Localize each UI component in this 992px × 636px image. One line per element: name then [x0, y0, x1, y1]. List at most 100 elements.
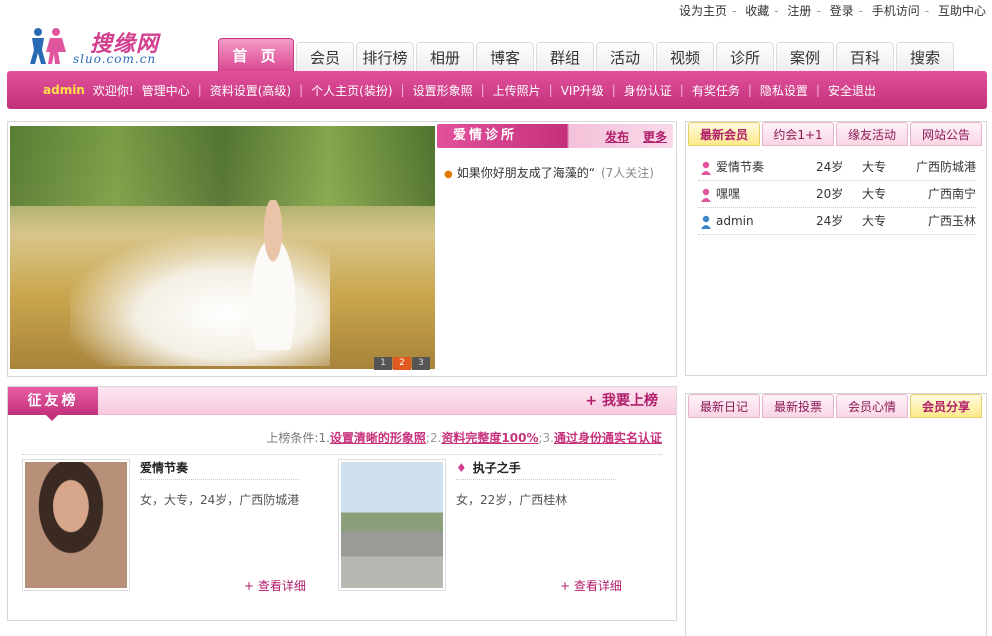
- member-info: 女，大专，24岁，广西防城港: [140, 493, 300, 507]
- condition-number-1: 1.: [318, 431, 330, 445]
- member-row[interactable]: admin 24岁 大专 广西玉林: [698, 208, 976, 235]
- slide-page-1[interactable]: 1: [374, 357, 392, 370]
- identity-verify-link[interactable]: 身份认证: [616, 82, 680, 99]
- diary-tabs: 最新日记 最新投票 会员心情 会员分享: [686, 394, 986, 420]
- couple-logo-icon: [30, 28, 66, 64]
- nav-tab-cases[interactable]: 案例: [776, 42, 834, 72]
- member-info: 女，22岁，广西桂林: [456, 493, 568, 507]
- clinic-more-link[interactable]: 更多: [643, 124, 667, 150]
- tab-member-moods[interactable]: 会员心情: [836, 394, 908, 418]
- personal-homepage-link[interactable]: 个人主页(装扮): [303, 82, 400, 99]
- member-name[interactable]: 爱情节奏: [140, 459, 188, 476]
- nav-tab-activities[interactable]: 活动: [596, 42, 654, 72]
- nav-tab-wiki[interactable]: 百科: [836, 42, 894, 72]
- login-link[interactable]: 登录: [830, 4, 854, 18]
- divider: [22, 454, 662, 455]
- nav-tab-search[interactable]: 搜索: [896, 42, 954, 72]
- ranking-header: 征友榜 + 我要上榜: [8, 387, 676, 421]
- female-user-icon: [701, 161, 711, 175]
- love-clinic-header: 爱情诊所 发布 更多: [437, 124, 673, 148]
- condition-link-1[interactable]: 设置清晰的形象照: [330, 431, 426, 445]
- nav-tab-members[interactable]: 会员: [296, 42, 354, 72]
- members-list: 爱情节奏 24岁 大专 广西防城港 嘿嘿 20岁 大专 广西南宁 admin 2…: [698, 154, 976, 235]
- member-name-text: 执子之手: [472, 461, 521, 475]
- nav-tab-groups[interactable]: 群组: [536, 42, 594, 72]
- nav-tab-ranking[interactable]: 排行榜: [356, 42, 414, 72]
- username[interactable]: admin: [43, 83, 85, 97]
- ranking-card: 爱情节奏 女，大专，24岁，广西防城港 + 查看详细: [22, 459, 322, 594]
- condition-link-2[interactable]: 资料完整度100%: [441, 431, 538, 445]
- member-age: 20岁: [816, 187, 844, 201]
- member-age: 24岁: [816, 214, 844, 228]
- help-center-link[interactable]: 互助中心: [938, 4, 986, 18]
- slide-page-2[interactable]: 2: [393, 357, 411, 370]
- member-education: 大专: [862, 187, 887, 201]
- logout-link[interactable]: 安全退出: [820, 82, 884, 99]
- tab-announcements[interactable]: 网站公告: [910, 122, 982, 146]
- tab-latest-diary[interactable]: 最新日记: [688, 394, 760, 418]
- join-ranking-link[interactable]: + 我要上榜: [585, 387, 658, 415]
- tab-newest-members[interactable]: 最新会员: [688, 122, 760, 146]
- bullet-icon: ●: [444, 169, 453, 180]
- diary-panel: 最新日记 最新投票 会员心情 会员分享: [685, 393, 987, 636]
- clinic-publish-link[interactable]: 发布: [605, 124, 629, 150]
- member-row[interactable]: 嘿嘿 20岁 大专 广西南宁: [698, 181, 976, 208]
- favorite-link[interactable]: 收藏: [745, 4, 769, 18]
- featured-panel: 1 2 3 爱情诊所 发布 更多 ● 如果你好朋友成了海藻的“ (7人关注): [7, 121, 677, 377]
- dating-ranking-panel: 征友榜 + 我要上榜 上榜条件:1.设置清晰的形象照;2.资料完整度100%;3…: [7, 386, 677, 621]
- ranking-title: 征友榜: [8, 387, 98, 421]
- register-link[interactable]: 注册: [787, 4, 811, 18]
- clinic-topic-count: (7人关注): [600, 166, 654, 180]
- view-detail-link[interactable]: + 查看详细: [560, 577, 622, 594]
- male-user-icon: [701, 215, 711, 229]
- member-name[interactable]: 嘿嘿: [716, 181, 740, 208]
- clinic-list: ● 如果你好朋友成了海藻的“ (7人关注): [444, 164, 654, 181]
- member-location: 广西玉林: [927, 214, 976, 228]
- logo-domain-text: sluo.com.cn: [73, 52, 157, 66]
- member-photo[interactable]: [22, 459, 130, 591]
- nav-tab-clinic[interactable]: 诊所: [716, 42, 774, 72]
- privacy-settings-link[interactable]: 隐私设置: [752, 82, 816, 99]
- top-links: 设为主页 - 收藏 - 注册 - 登录 - 手机访问 - 互助中心: [679, 4, 986, 18]
- members-tabs: 最新会员 约会1+1 缘友活动 网站公告: [686, 122, 986, 148]
- condition-number-2: ;2.: [425, 431, 442, 445]
- tab-member-shares[interactable]: 会员分享: [910, 394, 982, 418]
- member-name[interactable]: ♦ 执子之手: [456, 459, 521, 476]
- user-sub-bar: admin 欢迎你! 管理中心 | 资料设置(高级) | 个人主页(装扮) | 设置形…: [7, 71, 987, 109]
- nav-tab-home[interactable]: 首 页: [218, 38, 294, 72]
- ranking-card: ♦ 执子之手 女，22岁，广西桂林 + 查看详细: [338, 459, 638, 594]
- nav-tab-videos[interactable]: 视频: [656, 42, 714, 72]
- upload-photos-link[interactable]: 上传照片: [485, 82, 549, 99]
- vip-upgrade-link[interactable]: VIP升级: [553, 82, 612, 99]
- tab-dating[interactable]: 约会1+1: [762, 122, 834, 146]
- tab-latest-votes[interactable]: 最新投票: [762, 394, 834, 418]
- condition-number-3: ;3.: [538, 431, 554, 445]
- member-location: 广西防城港: [915, 160, 976, 174]
- view-detail-link[interactable]: + 查看详细: [244, 577, 306, 594]
- slideshow-pager: 1 2 3: [374, 357, 430, 370]
- set-homepage-link[interactable]: 设为主页: [679, 4, 727, 18]
- clinic-topic-link[interactable]: 如果你好朋友成了海藻的“: [457, 166, 595, 180]
- member-photo[interactable]: [338, 459, 446, 591]
- nav-tab-blog[interactable]: 博客: [476, 42, 534, 72]
- tab-activities[interactable]: 缘友活动: [836, 122, 908, 146]
- admin-center-link[interactable]: 管理中心: [134, 82, 198, 99]
- member-name[interactable]: 爱情节奏: [716, 154, 764, 181]
- love-clinic-title: 爱情诊所: [453, 128, 518, 143]
- featured-slideshow-image[interactable]: [10, 126, 435, 369]
- diamond-icon: ♦: [456, 461, 467, 475]
- reward-tasks-link[interactable]: 有奖任务: [684, 82, 748, 99]
- mobile-access-link[interactable]: 手机访问: [872, 4, 920, 18]
- member-education: 大专: [862, 214, 887, 228]
- nav-tab-albums[interactable]: 相册: [416, 42, 474, 72]
- member-age: 24岁: [816, 160, 844, 174]
- member-row[interactable]: 爱情节奏 24岁 大专 广西防城港: [698, 154, 976, 181]
- female-user-icon: [701, 188, 711, 202]
- site-logo[interactable]: 搜缘网 sluo.com.cn: [26, 26, 186, 70]
- member-name[interactable]: admin: [716, 208, 754, 235]
- condition-link-3[interactable]: 通过身份通实名认证: [554, 431, 662, 445]
- profile-settings-link[interactable]: 资料设置(高级): [202, 82, 299, 99]
- conditions-label: 上榜条件:: [266, 431, 319, 445]
- slide-page-3[interactable]: 3: [412, 357, 430, 370]
- set-avatar-link[interactable]: 设置形象照: [405, 82, 481, 99]
